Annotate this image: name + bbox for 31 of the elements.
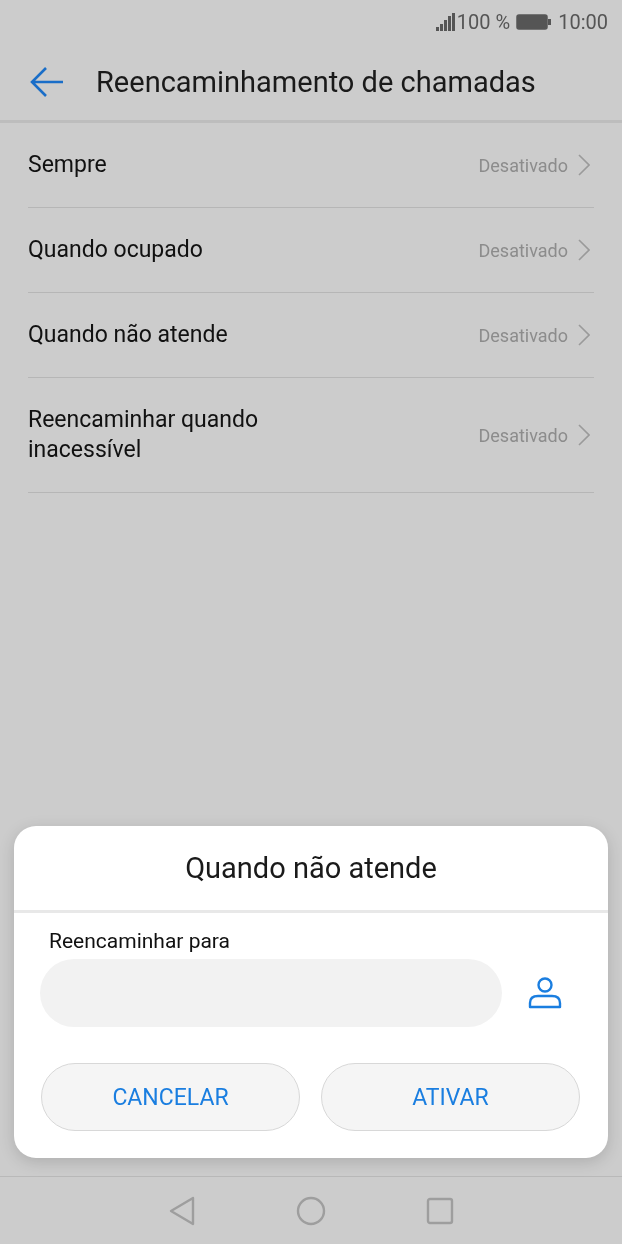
row-status: Desativado bbox=[478, 324, 568, 346]
row-label: Quando não atende bbox=[28, 320, 229, 350]
contact-icon[interactable] bbox=[528, 977, 562, 1009]
clock: 10:00 bbox=[558, 10, 608, 34]
field-label: Reencaminhar para bbox=[49, 929, 231, 953]
row-label: Quando ocupado bbox=[28, 235, 204, 265]
back-nav-icon[interactable] bbox=[168, 1195, 196, 1226]
home-nav-icon[interactable] bbox=[296, 1195, 326, 1226]
signal-icon bbox=[435, 13, 456, 31]
screen-title: Reencaminhamento de chamadas bbox=[96, 65, 536, 99]
row-status: Desativado bbox=[478, 239, 568, 261]
back-button[interactable] bbox=[30, 67, 64, 97]
row-label: Sempre bbox=[28, 150, 108, 180]
row-label: Reencaminhar quando inacessível bbox=[28, 405, 259, 465]
settings-row[interactable]: Sempre Desativado bbox=[28, 123, 594, 208]
settings-row[interactable]: Reencaminhar quando inacessível Desativado bbox=[28, 378, 594, 493]
battery-percentage: 100 % bbox=[456, 10, 511, 34]
dialog-button[interactable]: ATIVAR bbox=[321, 1063, 580, 1131]
settings-row[interactable]: Quando ocupado Desativado bbox=[28, 208, 594, 293]
settings-row[interactable]: Quando não atende Desativado bbox=[28, 293, 594, 378]
recents-nav-icon[interactable] bbox=[426, 1196, 454, 1225]
dialog-title: Quando não atende bbox=[14, 826, 608, 913]
chevron-icon bbox=[578, 424, 590, 446]
dialog-button[interactable]: CANCELAR bbox=[41, 1063, 300, 1131]
battery-icon bbox=[516, 14, 553, 30]
back-arrow-icon bbox=[30, 67, 64, 97]
row-status: Desativado bbox=[478, 154, 568, 176]
row-status: Desativado bbox=[478, 424, 568, 446]
chevron-icon bbox=[578, 324, 590, 346]
chevron-icon bbox=[578, 239, 590, 261]
chevron-icon bbox=[578, 154, 590, 176]
